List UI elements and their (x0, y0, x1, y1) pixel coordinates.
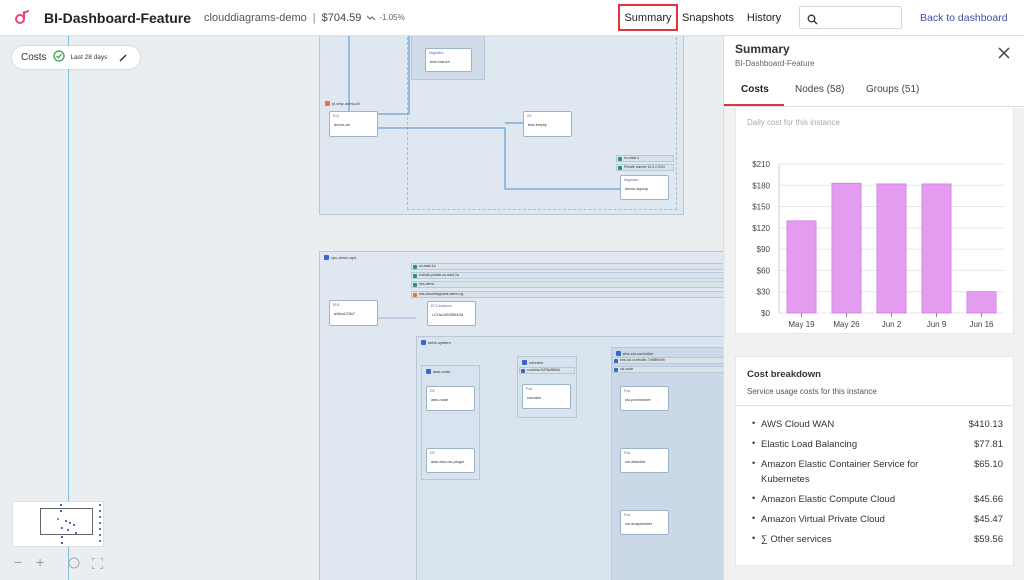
node-ec2-instance[interactable]: EC2 instance i-07ac1f5f3f0f43d (427, 301, 476, 326)
tab-costs[interactable]: Costs (741, 84, 769, 95)
diagram-canvas[interactable]: Migration test branch pl.cmp.demo-fd Ec2… (0, 36, 723, 580)
app-title: BI-Dashboard-Feature (44, 9, 192, 26)
history-button[interactable]: History (744, 4, 784, 31)
chart-y-tick-label: $30 (757, 288, 771, 297)
project-name: clouddiagrams-demo (204, 11, 307, 24)
total-cost: $704.59 (321, 11, 362, 24)
search-box[interactable] (799, 6, 902, 29)
list-item: • Elastic Load Balancing $77.81 (752, 438, 1003, 450)
node-aws-ebs-plugin[interactable]: DS aws-ebs-csi-plugin (426, 448, 475, 473)
cost-filter-chip[interactable]: Costs Last 28 days (12, 46, 140, 69)
cost-chip-range: Last 28 days (70, 54, 108, 61)
panel-tabs: Costs Nodes (58) Groups (51) (724, 74, 1024, 107)
list-item: • Amazon Elastic Compute Cloud $45.66 (752, 493, 1003, 505)
breakdown-divider (736, 405, 1013, 406)
snapshots-button[interactable]: Snapshots (682, 4, 734, 31)
summary-panel: Summary BI-Dashboard-Feature Costs Nodes… (723, 36, 1024, 580)
chart-y-tick-label: $180 (752, 181, 770, 190)
panel-title: Summary (735, 42, 790, 56)
chart-x-tick-label: Jun 16 (969, 320, 994, 329)
zoom-out-icon[interactable]: − (14, 554, 22, 570)
chart-x-tick-label: May 19 (788, 320, 815, 329)
chart-y-tick-label: $0 (761, 309, 770, 318)
strip-eks-region: us-east-1a (411, 263, 723, 270)
pencil-icon[interactable] (119, 49, 127, 67)
list-item: • Amazon Virtual Private Cloud $45.47 (752, 513, 1003, 525)
chart-x-tick-label: Jun 2 (882, 320, 902, 329)
chart-bar (876, 183, 907, 314)
close-icon[interactable] (997, 46, 1011, 60)
tab-nodes[interactable]: Nodes (58) (795, 84, 844, 95)
chart-y-tick-label: $120 (752, 224, 770, 233)
chart-bar (786, 220, 817, 314)
zoom-in-icon[interactable]: + (36, 554, 44, 570)
breakdown-title: Cost breakdown (747, 369, 821, 380)
chart-y-tick-label: $150 (752, 203, 770, 212)
chart-bar (966, 291, 997, 314)
breakdown-subtitle: Service usage costs for this instance (747, 387, 877, 396)
node-aws-node[interactable]: DS aws-node (426, 386, 475, 411)
top-bar: BI-Dashboard-Feature clouddiagrams-demo … (0, 0, 1024, 36)
fit-view-icon[interactable] (68, 556, 80, 572)
list-item: • ∑ Other services $59.56 (752, 533, 1003, 545)
breakdown-list: • AWS Cloud WAN $410.13 • Elastic Load Bala… (736, 417, 1013, 552)
tab-groups[interactable]: Groups (51) (866, 84, 919, 95)
chart-y-tick-label: $60 (757, 266, 771, 275)
strip-coredns-rs: coredns-5d78c9869d (519, 367, 575, 374)
chart-y-tick-label: $210 (752, 160, 770, 169)
search-icon (807, 12, 818, 30)
chart-bar (921, 183, 952, 314)
minimap-dots (57, 504, 101, 544)
fullscreen-icon[interactable] (91, 556, 104, 572)
strip-eks-ng: eks-clouddiagrams-demo-ng (411, 291, 723, 298)
check-circle-icon (52, 49, 65, 67)
list-item: • Amazon Elastic Container Service for Ku… (752, 458, 1003, 485)
strip-eks-subnet: subnet-private-us-east-1a (411, 272, 723, 279)
cost-breakdown-card: Cost breakdown Service usage costs for t… (735, 356, 1014, 566)
node-elb[interactable]: ELB a0fca123b7 (329, 300, 378, 326)
strip-ebs-rs: ebs-csi-controller-7c6f8f9c5b (612, 357, 723, 364)
search-input[interactable] (824, 10, 898, 26)
chart-x-tick-label: Jun 9 (927, 320, 947, 329)
chart-y-tick-label: $90 (757, 245, 771, 254)
chart-bar (831, 182, 862, 314)
summary-button[interactable]: Summary (618, 4, 678, 31)
list-item: • AWS Cloud WAN $410.13 (752, 418, 1003, 430)
panel-subtitle: BI-Dashboard-Feature (735, 59, 815, 68)
node-csi-attacher[interactable]: Pod csi-attacher (620, 448, 669, 473)
back-to-dashboard-link[interactable]: Back to dashboard (920, 12, 1008, 24)
strip-eks-cluster: eks-demo (411, 281, 723, 288)
daily-cost-chart: $0 $30 $60 $90 $120 $150 $180 $210 May 19 May 26 J… (752, 160, 1004, 329)
clouddiagrams-logo-icon[interactable] (14, 9, 30, 26)
daily-cost-chart-card: Daily cost for this instance $0 $30 $60 $90… (735, 108, 1014, 334)
cost-chip-label: Costs (21, 52, 47, 63)
node-csi-provisioner[interactable]: Pod csi-provisioner (620, 386, 669, 411)
node-csi-snapshotter[interactable]: Pod csi-snapshotter (620, 510, 669, 535)
chart-x-tick-label: May 26 (833, 320, 860, 329)
node-coredns[interactable]: Pod coredns (522, 384, 571, 409)
cost-trend: -1.05% (379, 13, 405, 22)
trend-down-icon (367, 13, 376, 23)
panel-content[interactable]: Daily cost for this instance $0 $30 $60 $90… (724, 108, 1024, 580)
strip-csi-node: csi-node (612, 366, 723, 373)
minimap[interactable] (12, 501, 104, 547)
header-separator: | (312, 11, 316, 24)
active-tab-indicator (724, 104, 784, 106)
